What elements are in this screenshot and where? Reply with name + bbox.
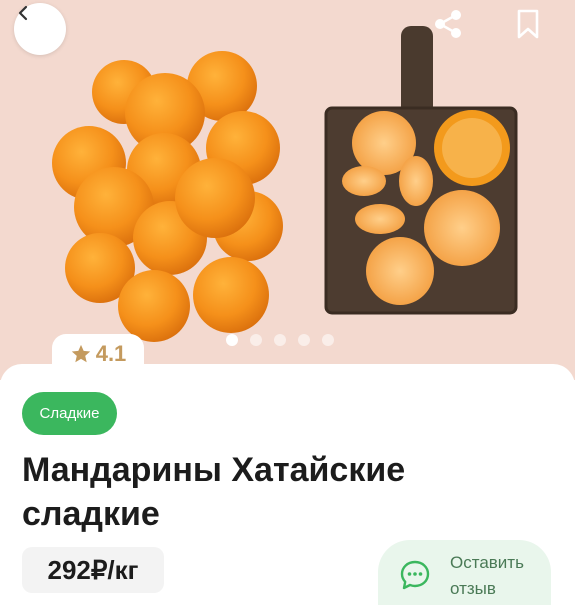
gallery-dot[interactable] xyxy=(322,334,334,346)
bookmark-button[interactable] xyxy=(514,8,554,48)
product-image-gallery[interactable] xyxy=(0,0,575,380)
gallery-dot[interactable] xyxy=(226,334,238,346)
product-tag[interactable]: Сладкие xyxy=(22,392,117,435)
leave-review-label: Оставить отзыв xyxy=(450,553,524,598)
product-title: Мандарины Хатайские сладкие xyxy=(22,451,406,533)
tangerines-photo xyxy=(52,26,518,342)
back-button[interactable] xyxy=(14,3,66,55)
tangerine-pile xyxy=(52,51,283,342)
gallery-dot[interactable] xyxy=(250,334,262,346)
rating-badge: 4.1 xyxy=(52,334,144,374)
share-button[interactable] xyxy=(432,8,472,48)
gallery-dot[interactable] xyxy=(298,334,310,346)
share-icon xyxy=(435,10,461,38)
bookmark-icon xyxy=(517,9,539,39)
leave-review-button[interactable]: Оставить отзыв xyxy=(378,540,551,605)
chat-bubble-icon xyxy=(400,560,430,590)
gallery-pagination xyxy=(226,334,334,346)
rating-value: 4.1 xyxy=(95,341,127,366)
product-tag-label: Сладкие xyxy=(39,405,100,422)
price-badge: 292₽/кг xyxy=(22,547,164,593)
star-icon xyxy=(71,344,90,363)
chevron-left-icon xyxy=(18,5,28,21)
gallery-dot[interactable] xyxy=(274,334,286,346)
price-value: 292₽/кг xyxy=(47,554,139,585)
